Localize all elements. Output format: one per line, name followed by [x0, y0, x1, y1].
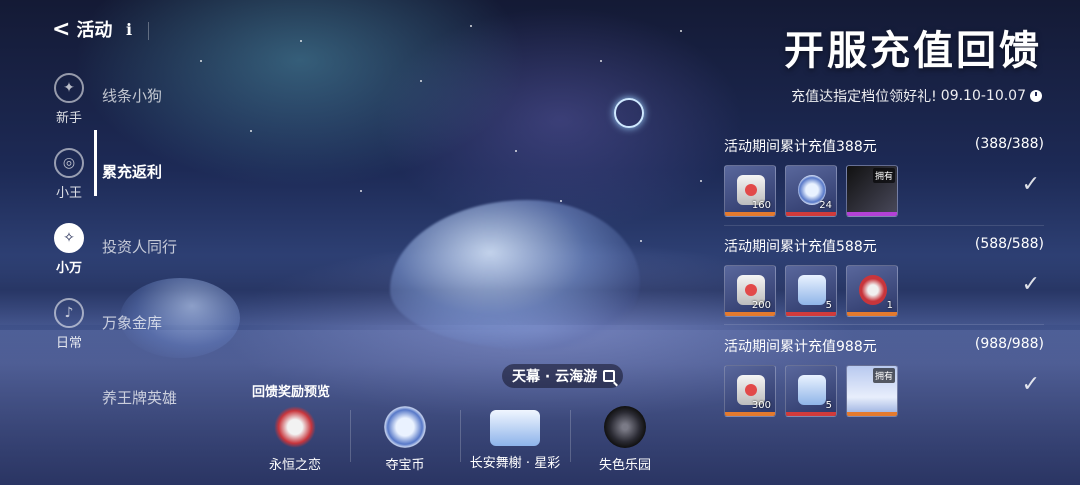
back-button[interactable]: < 活动: [52, 16, 112, 42]
event-date-range: 09.10-10.07: [940, 88, 1026, 104]
category-label: 小万: [55, 261, 82, 276]
item-quantity: 160: [751, 200, 771, 211]
category-label: 小王: [55, 186, 82, 201]
category-xiaowan[interactable]: ✧ 小万: [44, 212, 94, 287]
category-nav: ✦ 新手 ◎ 小王 ✧ 小万 ♪ 日常: [44, 62, 94, 362]
heart-icon: [274, 406, 316, 448]
sub-nav: 线条小狗 累充返利 投资人同行 万象金库 养王牌英雄: [102, 58, 177, 436]
tier-label: 活动期间累计充值988元: [724, 339, 877, 355]
quality-bar: [786, 312, 836, 316]
item-quantity: 24: [819, 200, 832, 211]
category-newbie[interactable]: ✦ 新手: [44, 62, 94, 137]
item-quantity: 5: [825, 400, 832, 411]
reward-item[interactable]: 300: [724, 365, 776, 417]
preview-item[interactable]: 长安舞榭 · 星彩: [460, 402, 570, 474]
preview-item-name: 夺宝币: [385, 458, 425, 473]
owned-badge: 拥有: [872, 168, 895, 183]
quality-bar: [786, 412, 836, 416]
item-quantity: 200: [751, 300, 771, 311]
preview-item[interactable]: 夺宝币: [350, 402, 460, 474]
heart-icon: [859, 275, 887, 305]
compass-icon: ✦: [54, 73, 84, 103]
target-icon: ◎: [54, 148, 84, 178]
scene-preview-button[interactable]: 天幕 · 云海游: [502, 364, 624, 388]
reward-item[interactable]: 5: [785, 265, 837, 317]
category-xiaowang[interactable]: ◎ 小王: [44, 137, 94, 212]
tier-label: 活动期间累计充值588元: [724, 239, 877, 255]
subnav-item-investor[interactable]: 投资人同行: [102, 209, 177, 285]
glow-ring: [614, 98, 644, 128]
tier-progress: (388/388): [974, 136, 1044, 152]
scene-label: 天幕 · 云海游: [512, 369, 598, 385]
reward-tier: 活动期间累计充值988元 (988/988) 300 5 拥有 ✓: [724, 336, 1044, 417]
tier-label: 活动期间累计充值388元: [724, 139, 877, 155]
coin-icon: [384, 406, 426, 448]
tier-progress: (588/588): [974, 236, 1044, 252]
item-quantity: 1: [886, 300, 893, 311]
subnav-item-hero[interactable]: 养王牌英雄: [102, 360, 177, 436]
event-description: 充值达指定档位领好礼!: [791, 89, 937, 105]
reward-item[interactable]: 5: [785, 365, 837, 417]
preview-item-name: 失色乐园: [598, 458, 651, 473]
preview-item-name: 长安舞榭 · 星彩: [469, 456, 561, 471]
mascot-icon: ✧: [54, 223, 84, 253]
reward-item[interactable]: 拥有: [846, 365, 898, 417]
quality-bar: [786, 212, 836, 216]
quality-bar: [847, 312, 897, 316]
bell-icon: ♪: [54, 298, 84, 328]
reward-item[interactable]: 24: [785, 165, 837, 217]
event-title: 开服充值回馈: [784, 27, 1042, 74]
category-label: 新手: [55, 111, 82, 126]
claimed-check-icon: ✓: [1021, 372, 1040, 397]
outfit-icon: [604, 406, 646, 448]
owned-badge: 拥有: [872, 368, 895, 383]
reward-item[interactable]: 200: [724, 265, 776, 317]
preview-title: 回馈奖励预览: [252, 385, 331, 400]
gift-box-icon: [798, 375, 826, 405]
reward-item[interactable]: 160: [724, 165, 776, 217]
quality-bar: [725, 312, 775, 316]
search-icon: [603, 370, 616, 382]
reward-tier: 活动期间累计充值588元 (588/588) 200 5 1 ✓: [724, 236, 1044, 317]
clock-icon: [1030, 90, 1042, 102]
quality-bar: [725, 412, 775, 416]
reward-item[interactable]: 1: [846, 265, 898, 317]
active-indicator: [94, 130, 97, 196]
info-icon[interactable]: i: [126, 20, 132, 39]
quality-bar: [725, 212, 775, 216]
subnav-item-cumulative-rebate[interactable]: 累充返利: [102, 134, 177, 210]
event-subtitle: 充值达指定档位领好礼! 09.10-10.07: [791, 86, 1042, 106]
preview-item[interactable]: 永恒之恋: [240, 402, 350, 474]
item-quantity: 5: [825, 300, 832, 311]
divider: [724, 324, 1044, 325]
preview-item[interactable]: 失色乐园: [570, 402, 680, 474]
reward-item[interactable]: 拥有: [846, 165, 898, 217]
claimed-check-icon: ✓: [1021, 272, 1040, 297]
gift-box-icon: [798, 275, 826, 305]
preview-list: 永恒之恋 夺宝币 长安舞榭 · 星彩 失色乐园: [240, 402, 680, 474]
claimed-check-icon: ✓: [1021, 172, 1040, 197]
gift-box-icon: [490, 410, 540, 446]
item-quantity: 300: [751, 400, 771, 411]
divider: [148, 22, 149, 40]
subnav-item-line-puppy[interactable]: 线条小狗: [102, 58, 177, 134]
tier-progress: (988/988): [974, 336, 1044, 352]
preview-item-name: 永恒之恋: [268, 458, 321, 473]
quality-bar: [847, 412, 897, 416]
quality-bar: [847, 212, 897, 216]
subnav-item-vault[interactable]: 万象金库: [102, 285, 177, 361]
whale-illustration: [390, 200, 640, 350]
category-daily[interactable]: ♪ 日常: [44, 287, 94, 362]
back-label: 活动: [76, 20, 113, 41]
reward-tier: 活动期间累计充值388元 (388/388) 160 24 拥有 ✓: [724, 136, 1044, 217]
category-label: 日常: [55, 336, 82, 351]
chevron-left-icon: <: [52, 16, 71, 42]
divider: [724, 225, 1044, 226]
